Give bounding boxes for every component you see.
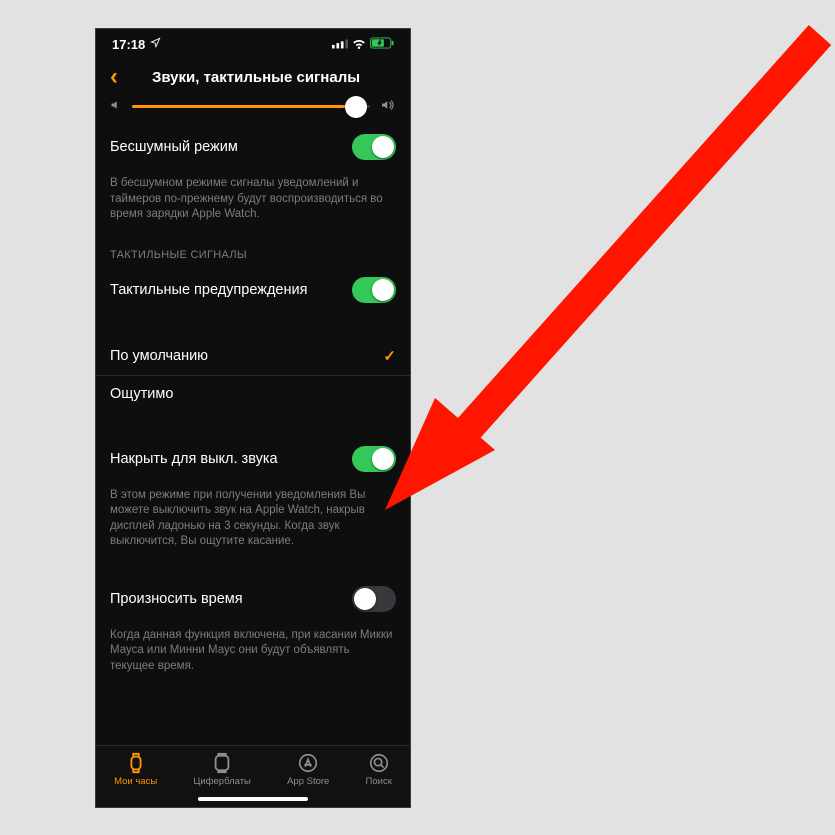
silent-mode-row[interactable]: Бесшумный режим <box>96 124 410 170</box>
volume-slider[interactable] <box>96 95 410 124</box>
wifi-icon <box>352 37 366 52</box>
haptic-default-row[interactable]: По умолчанию ✓ <box>96 337 410 375</box>
home-indicator[interactable] <box>198 797 308 801</box>
cover-to-mute-toggle[interactable] <box>352 446 396 472</box>
silent-mode-footer: В бесшумном режиме сигналы уведомлений и… <box>96 170 410 235</box>
tab-appstore-label: App Store <box>287 776 329 787</box>
slider-track[interactable] <box>132 105 370 108</box>
speaker-low-icon <box>110 99 122 114</box>
page-title: Звуки, тактильные сигналы <box>108 69 404 86</box>
haptic-alerts-row[interactable]: Тактильные предупреждения <box>96 267 410 313</box>
appstore-icon <box>297 752 319 774</box>
annotation-arrow-icon <box>385 20 835 520</box>
cover-to-mute-row[interactable]: Накрыть для выкл. звука <box>96 436 410 482</box>
battery-icon <box>370 37 394 52</box>
speaker-high-icon <box>380 99 396 114</box>
tab-search[interactable]: Поиск <box>366 752 392 807</box>
tab-search-label: Поиск <box>366 776 392 787</box>
tab-faces-label: Циферблаты <box>193 776 251 787</box>
faces-icon <box>211 752 233 774</box>
haptic-alerts-toggle[interactable] <box>352 277 396 303</box>
speak-time-label: Произносить время <box>110 591 243 607</box>
speak-time-toggle[interactable] <box>352 586 396 612</box>
haptic-prominent-label: Ощутимо <box>110 386 173 402</box>
nav-header: ‹ Звуки, тактильные сигналы <box>96 59 410 95</box>
status-bar: 17:18 <box>96 29 410 59</box>
haptic-prominent-row[interactable]: Ощутимо <box>96 375 410 412</box>
speak-time-row[interactable]: Произносить время <box>96 576 410 622</box>
status-time: 17:18 <box>112 37 145 52</box>
search-icon <box>368 752 390 774</box>
watch-icon <box>125 752 147 774</box>
silent-mode-toggle[interactable] <box>352 134 396 160</box>
speak-time-footer: Когда данная функция включена, при касан… <box>96 622 410 687</box>
checkmark-icon: ✓ <box>383 347 396 365</box>
haptic-section-header: ТАКТИЛЬНЫЕ СИГНАЛЫ <box>96 235 410 267</box>
phone-frame: 17:18 ‹ Звуки, тактильные сигналы <box>95 28 411 808</box>
haptic-default-label: По умолчанию <box>110 348 208 364</box>
tab-my-watch-label: Мои часы <box>114 776 157 787</box>
location-icon <box>150 37 161 51</box>
cover-to-mute-label: Накрыть для выкл. звука <box>110 451 278 467</box>
silent-mode-label: Бесшумный режим <box>110 139 238 155</box>
cover-to-mute-footer: В этом режиме при получении уведомления … <box>96 482 410 562</box>
slider-thumb[interactable] <box>345 96 367 118</box>
haptic-alerts-label: Тактильные предупреждения <box>110 282 307 298</box>
tab-my-watch[interactable]: Мои часы <box>114 752 157 807</box>
signal-icon <box>332 37 348 52</box>
